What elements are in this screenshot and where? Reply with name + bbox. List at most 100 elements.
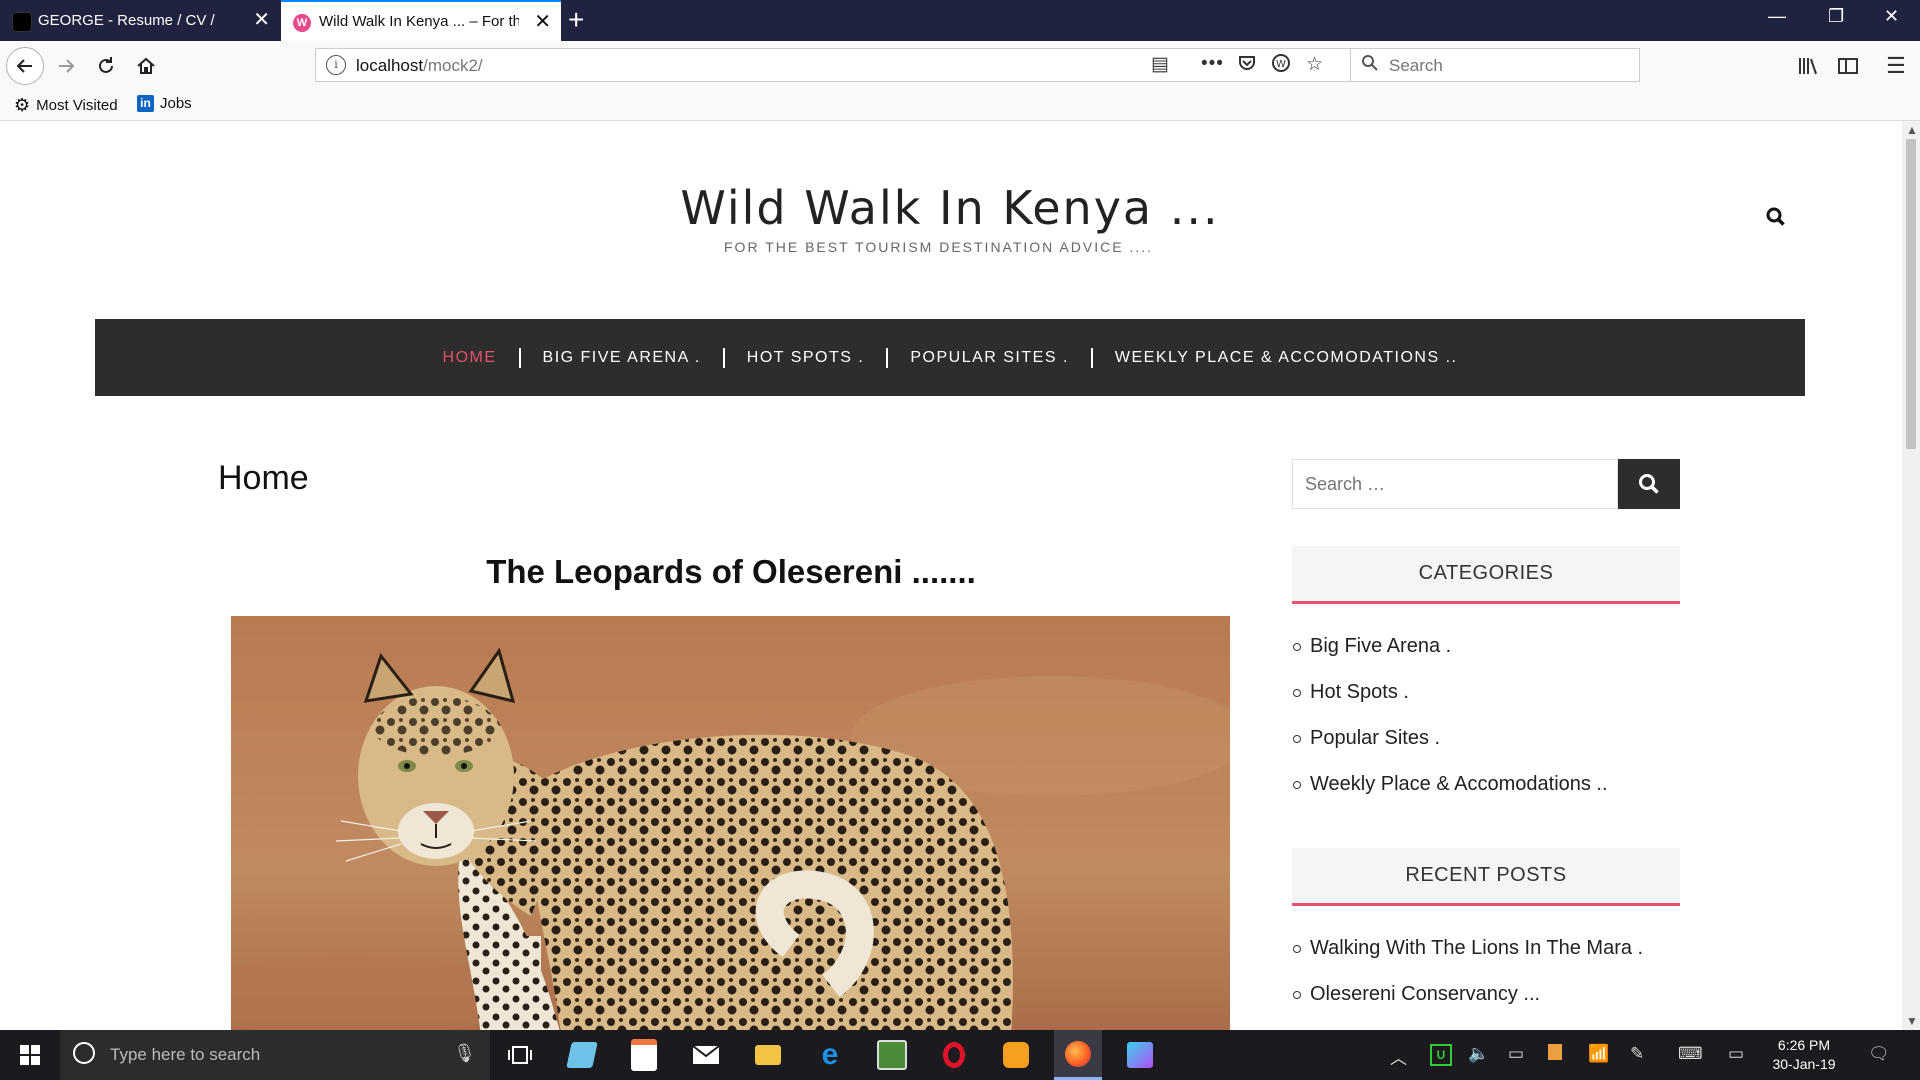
back-button[interactable] xyxy=(6,47,44,85)
bookmark-most-visited[interactable]: ⚙ Most Visited xyxy=(14,95,118,116)
tab-george-resume[interactable]: GEORGE - Resume / CV / ✕ xyxy=(0,0,280,41)
microphone-icon[interactable]: 🎙 xyxy=(453,1043,476,1064)
main-navigation: HOME BIG FIVE ARENA . HOT SPOTS . POPULA… xyxy=(95,319,1805,396)
reader-view-icon[interactable]: ▤ xyxy=(1151,53,1169,76)
store-app-icon[interactable] xyxy=(620,1030,668,1080)
bookmark-jobs[interactable]: in Jobs xyxy=(137,95,192,112)
uc-browser-icon[interactable] xyxy=(992,1030,1040,1080)
site-info-icon[interactable]: i xyxy=(326,55,346,75)
new-tab-button[interactable]: + xyxy=(568,5,584,35)
browser-tab-strip: GEORGE - Resume / CV / ✕ W Wild Walk In … xyxy=(0,0,1920,41)
search-icon[interactable] xyxy=(1765,206,1791,232)
category-link-hot-spots[interactable]: Hot Spots . xyxy=(1292,677,1608,723)
mail-app-icon[interactable] xyxy=(682,1030,730,1080)
site-title[interactable]: Wild Walk In Kenya ... xyxy=(0,181,1900,235)
scroll-down-arrow-icon[interactable]: ▼ xyxy=(1906,1014,1918,1028)
category-link-popular-sites[interactable]: Popular Sites . xyxy=(1292,723,1608,769)
recent-post-link[interactable]: Olesereni Conservancy ... xyxy=(1292,979,1643,1025)
taskbar-search-placeholder: Type here to search xyxy=(110,1045,261,1064)
browser-search-box[interactable] xyxy=(1350,48,1640,82)
bookmark-label: Most Visited xyxy=(36,97,118,114)
address-bar[interactable]: i localhost/mock2/ ▤ ••• W ☆ xyxy=(315,48,1380,82)
site-tagline: FOR THE BEST TOURISM DESTINATION ADVICE … xyxy=(724,239,1153,255)
close-window-button[interactable]: ✕ xyxy=(1884,6,1899,27)
home-button[interactable] xyxy=(130,50,162,82)
library-icon[interactable] xyxy=(1792,50,1824,82)
upwork-tray-icon[interactable]: U xyxy=(1430,1044,1452,1066)
input-indicator-icon[interactable]: ▭ xyxy=(1728,1044,1744,1064)
taskbar-search-box[interactable]: Type here to search 🎙 xyxy=(60,1030,490,1080)
leopard-photo[interactable] xyxy=(231,616,1230,1030)
battery-icon[interactable]: ▭ xyxy=(1508,1044,1524,1064)
tab-title: GEORGE - Resume / CV / xyxy=(38,12,215,29)
nav-item-hot-spots[interactable]: HOT SPOTS . xyxy=(725,349,887,367)
category-link-big-five-arena[interactable]: Big Five Arena . xyxy=(1292,631,1608,677)
show-hidden-icons-chevron-icon[interactable]: ︿ xyxy=(1390,1044,1407,1069)
categories-widget-title: CATEGORIES xyxy=(1292,546,1680,604)
browser-search-input[interactable] xyxy=(1387,55,1631,77)
sidebar-search-button[interactable] xyxy=(1618,459,1680,509)
scroll-up-arrow-icon[interactable]: ▲ xyxy=(1906,123,1918,137)
image-app-icon[interactable] xyxy=(868,1030,916,1080)
categories-list: Big Five Arena . Hot Spots . Popular Sit… xyxy=(1292,631,1608,815)
nav-item-big-five-arena[interactable]: BIG FIVE ARENA . xyxy=(521,349,723,367)
recent-post-link[interactable]: Walking With The Lions In The Mara . xyxy=(1292,933,1643,979)
restore-window-button[interactable]: ❐ xyxy=(1828,6,1844,27)
design-app-icon[interactable] xyxy=(1116,1030,1164,1080)
page-scrollbar[interactable]: ▲ ▼ xyxy=(1902,121,1920,1030)
action-center-icon[interactable]: 🗨 xyxy=(1868,1044,1890,1064)
edge-browser-icon[interactable]: e xyxy=(806,1030,854,1080)
tab-wild-walk-kenya[interactable]: W Wild Walk In Kenya ... – For the ✕ xyxy=(281,0,561,41)
url-path: /mock2/ xyxy=(423,56,483,75)
sidebar-search-input[interactable] xyxy=(1292,459,1618,509)
system-clock[interactable]: 6:26 PM 30-Jan-19 xyxy=(1758,1036,1850,1074)
wordpress-icon[interactable]: W xyxy=(1271,53,1291,79)
category-link-weekly-place[interactable]: Weekly Place & Accomodations .. xyxy=(1292,769,1608,815)
start-button[interactable] xyxy=(8,1030,52,1080)
sidebar-toggle-icon[interactable] xyxy=(1832,50,1864,82)
cortana-icon xyxy=(73,1042,95,1064)
reload-button[interactable] xyxy=(90,50,122,82)
bookmark-star-icon[interactable]: ☆ xyxy=(1306,53,1323,76)
bookmarks-toolbar: ⚙ Most Visited in Jobs xyxy=(0,91,1920,121)
search-icon xyxy=(1361,54,1379,77)
notepad-app-icon[interactable] xyxy=(558,1030,606,1080)
svg-text:W: W xyxy=(1276,59,1286,70)
reload-icon xyxy=(99,57,113,73)
hamburger-menu-icon[interactable]: ☰ xyxy=(1880,50,1912,82)
post-title[interactable]: The Leopards of Olesereni ....... xyxy=(231,553,1231,591)
clock-date: 30-Jan-19 xyxy=(1772,1056,1836,1072)
scrollbar-thumb[interactable] xyxy=(1906,139,1916,449)
opera-browser-icon[interactable] xyxy=(930,1030,978,1080)
arrow-right-icon xyxy=(59,59,75,73)
volume-icon[interactable]: 🔈 xyxy=(1468,1044,1489,1064)
minimize-window-button[interactable]: — xyxy=(1768,6,1786,27)
firefox-browser-icon[interactable] xyxy=(1054,1030,1102,1080)
app-tray-icon[interactable] xyxy=(1548,1044,1562,1065)
gear-icon: ⚙ xyxy=(14,95,31,115)
tab-favicon xyxy=(12,12,32,32)
wifi-icon[interactable]: 📶 xyxy=(1588,1044,1609,1064)
home-icon xyxy=(137,57,155,74)
task-view-icon[interactable] xyxy=(496,1030,544,1080)
windows-logo-icon xyxy=(20,1045,40,1065)
close-tab-icon[interactable]: ✕ xyxy=(253,8,270,32)
page-actions-icon[interactable]: ••• xyxy=(1201,53,1224,75)
recent-posts-widget-title: RECENT POSTS xyxy=(1292,848,1680,906)
tab-title: Wild Walk In Kenya ... – For the xyxy=(319,13,519,30)
touch-keyboard-icon[interactable]: ⌨ xyxy=(1678,1044,1703,1064)
wordpress-favicon-icon: W xyxy=(293,14,311,32)
nav-item-popular-sites[interactable]: POPULAR SITES . xyxy=(888,349,1091,367)
browser-toolbar: i localhost/mock2/ ▤ ••• W ☆ ☰ xyxy=(0,41,1920,91)
nav-item-weekly-place[interactable]: WEEKLY PLACE & ACCOMODATIONS .. xyxy=(1093,349,1480,367)
arrow-left-icon xyxy=(16,59,32,73)
file-explorer-icon[interactable] xyxy=(744,1030,792,1080)
url-text: localhost/mock2/ xyxy=(356,56,483,76)
sidebar-search xyxy=(1292,459,1680,509)
forward-button[interactable] xyxy=(50,50,82,82)
close-tab-icon[interactable]: ✕ xyxy=(534,10,551,34)
nav-item-home[interactable]: HOME xyxy=(421,349,519,367)
url-host: localhost xyxy=(356,56,424,75)
pen-workspace-icon[interactable]: ✎ xyxy=(1630,1044,1644,1064)
pocket-icon[interactable] xyxy=(1237,53,1257,79)
